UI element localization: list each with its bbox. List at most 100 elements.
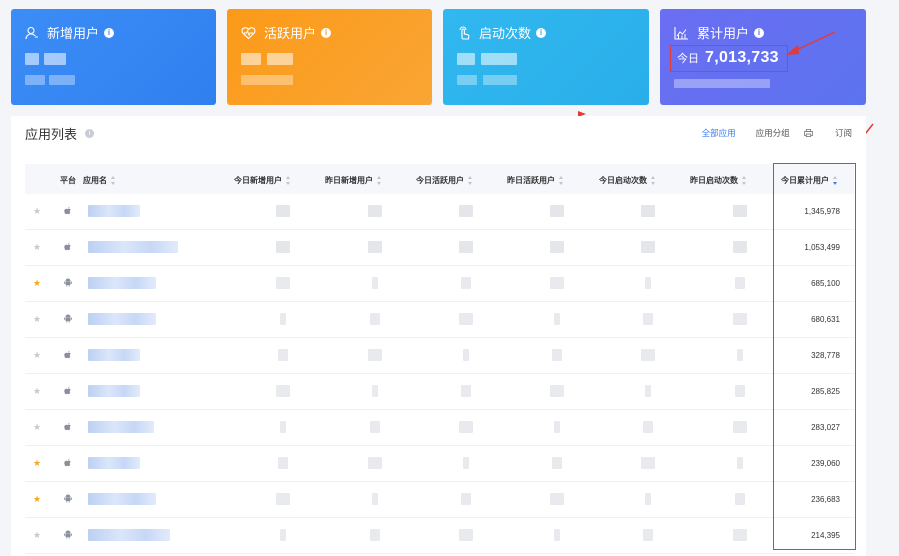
redacted-cell bbox=[368, 205, 382, 217]
sort-icon[interactable] bbox=[286, 176, 291, 186]
col-app-name[interactable]: 应用名 bbox=[83, 175, 116, 186]
table-row[interactable]: ★ 239,060 bbox=[25, 446, 854, 482]
table-row[interactable]: ★ 685,100 bbox=[25, 266, 854, 302]
sort-icon[interactable] bbox=[468, 176, 473, 186]
info-icon[interactable]: i bbox=[321, 27, 332, 38]
table-row[interactable]: ★ 1,345,978 bbox=[25, 194, 854, 230]
col-yesterday-new[interactable]: 昨日新增用户 bbox=[325, 175, 382, 186]
app-name-redacted[interactable] bbox=[88, 205, 140, 217]
app-name-redacted[interactable] bbox=[88, 421, 154, 433]
col-today-launch[interactable]: 今日启动次数 bbox=[599, 175, 656, 186]
app-name-redacted[interactable] bbox=[88, 349, 140, 361]
apple-icon bbox=[63, 458, 73, 468]
app-name-redacted[interactable] bbox=[88, 313, 156, 325]
redacted-cell bbox=[641, 457, 655, 469]
star-icon[interactable]: ★ bbox=[33, 314, 41, 325]
sort-icon[interactable] bbox=[651, 176, 656, 186]
redacted-cell bbox=[370, 529, 380, 541]
redacted-cell bbox=[643, 421, 653, 433]
all-apps-link[interactable]: 全部应用 bbox=[702, 127, 736, 139]
redacted-cell bbox=[459, 205, 473, 217]
star-icon[interactable]: ★ bbox=[33, 278, 41, 289]
redacted-cell bbox=[550, 205, 564, 217]
highlight-box bbox=[773, 163, 856, 550]
redacted-cell bbox=[463, 349, 469, 361]
apple-icon bbox=[63, 206, 73, 216]
sort-icon[interactable] bbox=[559, 176, 564, 186]
redacted-cell bbox=[733, 529, 747, 541]
redacted-cell bbox=[276, 493, 290, 505]
col-today-new[interactable]: 今日新增用户 bbox=[234, 175, 291, 186]
redacted-cell bbox=[276, 205, 290, 217]
redacted-cell bbox=[733, 205, 747, 217]
table-row[interactable]: ★ 236,683 bbox=[25, 482, 854, 518]
pointer-icon bbox=[459, 26, 470, 40]
table-row[interactable]: ★ 1,053,499 bbox=[25, 230, 854, 266]
table-row[interactable]: ★ 214,395 bbox=[25, 518, 854, 554]
redacted-cell bbox=[463, 457, 469, 469]
table-row[interactable]: ★ 328,778 bbox=[25, 338, 854, 374]
redacted-cell bbox=[372, 385, 378, 397]
star-icon[interactable]: ★ bbox=[33, 530, 41, 541]
star-icon[interactable]: ★ bbox=[33, 350, 41, 361]
redacted-cell bbox=[278, 457, 288, 469]
redacted-cell bbox=[550, 277, 564, 289]
app-name-redacted[interactable] bbox=[88, 241, 178, 253]
col-today-active[interactable]: 今日活跃用户 bbox=[416, 175, 473, 186]
col-yesterday-active[interactable]: 昨日活跃用户 bbox=[507, 175, 564, 186]
info-icon[interactable]: i bbox=[536, 27, 547, 38]
app-name-redacted[interactable] bbox=[88, 493, 156, 505]
table-header: 平台 应用名 今日新增用户 昨日新增用户 今日活跃用户 昨日活跃用户 今日启动次… bbox=[25, 164, 854, 194]
star-icon[interactable]: ★ bbox=[33, 206, 41, 217]
redacted-cell bbox=[368, 457, 382, 469]
info-icon[interactable]: i bbox=[85, 128, 95, 138]
redacted-cell bbox=[733, 313, 747, 325]
star-icon[interactable]: ★ bbox=[33, 386, 41, 397]
col-yesterday-launch[interactable]: 昨日启动次数 bbox=[690, 175, 747, 186]
star-icon[interactable]: ★ bbox=[33, 422, 41, 433]
panel-title: 应用列表 bbox=[25, 126, 78, 142]
redacted-value bbox=[44, 53, 66, 65]
card-cumulative-users[interactable]: 累计用户 i 今日 7,013,733 bbox=[660, 9, 866, 105]
star-icon[interactable]: ★ bbox=[33, 494, 41, 505]
redacted-value bbox=[457, 53, 475, 65]
redacted-value bbox=[481, 53, 517, 65]
apple-icon bbox=[63, 350, 73, 360]
app-name-redacted[interactable] bbox=[88, 529, 170, 541]
card-launches[interactable]: 启动次数 i bbox=[443, 9, 649, 105]
redacted-value bbox=[25, 75, 45, 85]
card-title: 累计用户 bbox=[697, 26, 750, 41]
redacted-cell bbox=[280, 313, 286, 325]
star-icon[interactable]: ★ bbox=[33, 242, 41, 253]
app-group-link[interactable]: 应用分组 bbox=[756, 127, 790, 139]
table-row[interactable]: ★ 285,825 bbox=[25, 374, 854, 410]
sort-icon[interactable] bbox=[377, 176, 382, 186]
col-label: 昨日新增用户 bbox=[325, 176, 373, 185]
table-row[interactable]: ★ 283,027 bbox=[25, 410, 854, 446]
star-icon[interactable]: ★ bbox=[33, 458, 41, 469]
subscribe-link[interactable]: 订阅 bbox=[803, 127, 852, 139]
redacted-cell bbox=[735, 277, 745, 289]
app-table: 平台 应用名 今日新增用户 昨日新增用户 今日活跃用户 昨日活跃用户 今日启动次… bbox=[25, 164, 854, 554]
app-name-redacted[interactable] bbox=[88, 457, 140, 469]
sort-icon[interactable] bbox=[742, 176, 747, 186]
info-icon[interactable]: i bbox=[754, 27, 765, 38]
table-row[interactable]: ★ 680,631 bbox=[25, 302, 854, 338]
app-name-redacted[interactable] bbox=[88, 385, 140, 397]
redacted-value bbox=[267, 53, 293, 65]
redacted-cell bbox=[641, 349, 655, 361]
redacted-cell bbox=[643, 529, 653, 541]
col-label: 今日新增用户 bbox=[234, 176, 282, 185]
col-label: 今日启动次数 bbox=[599, 176, 647, 185]
app-name-redacted[interactable] bbox=[88, 277, 156, 289]
card-active-users[interactable]: 活跃用户 i bbox=[227, 9, 432, 105]
redacted-cell bbox=[554, 313, 560, 325]
redacted-value bbox=[674, 79, 770, 88]
info-icon[interactable]: i bbox=[104, 27, 115, 38]
sort-icon[interactable] bbox=[111, 176, 116, 186]
panel-links: 全部应用 应用分组 订阅 bbox=[682, 127, 852, 139]
card-new-users[interactable]: 新增用户 i bbox=[11, 9, 216, 105]
redacted-cell bbox=[554, 421, 560, 433]
today-cumulative-highlight: 今日 7,013,733 bbox=[670, 45, 788, 72]
redacted-value bbox=[25, 53, 39, 65]
